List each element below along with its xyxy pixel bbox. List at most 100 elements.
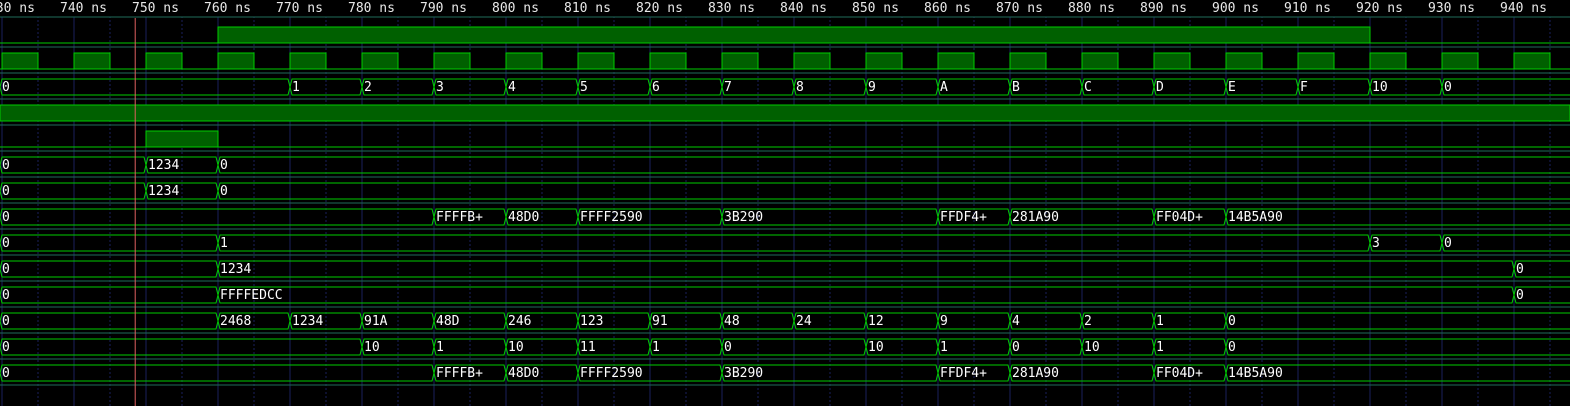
- bus-value-label: 5: [580, 80, 588, 95]
- bus-value-label: C: [1084, 80, 1092, 95]
- bus-value-label: 10: [508, 340, 524, 355]
- bus-value-label: 0: [1444, 80, 1452, 95]
- bus-value-label: 0: [1228, 340, 1236, 355]
- ruler-tick-label: 880 ns: [1068, 1, 1115, 16]
- bus-value-label: 1: [940, 340, 948, 355]
- clock-pulse: [361, 52, 399, 70]
- bus-value-label: 10: [1372, 80, 1388, 95]
- bus-value-label: 1234: [220, 262, 251, 277]
- ruler-tick-label: 730 ns: [0, 1, 35, 16]
- bus-value-label: 1234: [148, 158, 179, 173]
- bus-value-label: 10: [868, 340, 884, 355]
- clock-pulse: [865, 52, 903, 70]
- bus-value-label: 6: [652, 80, 660, 95]
- bus-value-label: FFDF4+: [940, 366, 987, 381]
- ruler-tick-label: 940 ns: [1500, 1, 1547, 16]
- bus-value-label: 0: [724, 340, 732, 355]
- bus-value-label: 7: [724, 80, 732, 95]
- bus-value-label: 1: [652, 340, 660, 355]
- bus-value-label: 0: [220, 184, 228, 199]
- bus-value-label: 91A: [364, 314, 388, 329]
- bus-value-label: 281A90: [1012, 210, 1059, 225]
- clock-pulse: [793, 52, 831, 70]
- ruler-tick-label: 790 ns: [420, 1, 467, 16]
- bus-value-label: 0: [2, 210, 10, 225]
- bus-value-label: 10: [364, 340, 380, 355]
- bus-value-label: FFFFB+: [436, 210, 483, 225]
- bus-value-label: 3B290: [724, 210, 763, 225]
- bus-value-label: 1234: [148, 184, 179, 199]
- bus-value-label: F: [1300, 80, 1308, 95]
- ruler-tick-label: 750 ns: [132, 1, 179, 16]
- high-pulse: [0, 104, 1570, 122]
- clock-pulse: [1009, 52, 1047, 70]
- bus-value-label: 281A90: [1012, 366, 1059, 381]
- ruler-tick-label: 800 ns: [492, 1, 539, 16]
- clock-pulse: [1513, 52, 1551, 70]
- bus-value-label: FF04D+: [1156, 366, 1203, 381]
- clock-pulse: [1441, 52, 1479, 70]
- ruler-tick-label: 840 ns: [780, 1, 827, 16]
- ruler-tick-label: 740 ns: [60, 1, 107, 16]
- bus-value-label: 0: [2, 158, 10, 173]
- bus-value-label: 2: [1084, 314, 1092, 329]
- bus-value-label: 0: [2, 236, 10, 251]
- bus-value-label: 0: [2, 314, 10, 329]
- clock-pulse: [1225, 52, 1263, 70]
- bus-value-label: FFFFEDCC: [220, 288, 283, 303]
- ruler-tick-label: 760 ns: [204, 1, 251, 16]
- bus-value-label: FFFFB+: [436, 366, 483, 381]
- high-pulse: [217, 26, 1371, 44]
- time-ruler[interactable]: 730 ns 740 ns 750 ns 760 ns 770 ns 780 ns 790 …: [0, 0, 1570, 18]
- clock-pulse: [505, 52, 543, 70]
- bus-value-label: A: [940, 80, 948, 95]
- clock-pulse: [217, 52, 255, 70]
- waveform-viewer[interactable]: 730 ns 740 ns 750 ns 760 ns 770 ns 780 ns 790 …: [0, 0, 1570, 406]
- ruler-tick-label: 860 ns: [924, 1, 971, 16]
- bus-value-label: 8: [796, 80, 804, 95]
- bus-value-label: 14B5A90: [1228, 366, 1283, 381]
- bus-value-label: 0: [1228, 314, 1236, 329]
- bus-value-label: 0: [1516, 262, 1524, 277]
- bus-value-label: 9: [868, 80, 876, 95]
- bus-value-label: 0: [2, 184, 10, 199]
- ruler-tick-label: 810 ns: [564, 1, 611, 16]
- signal-row-0[interactable]: [0, 26, 1570, 44]
- ruler-tick-label: 830 ns: [708, 1, 755, 16]
- bus-value-label: 1: [220, 236, 228, 251]
- bus-value-label: 12: [868, 314, 884, 329]
- bus-value-label: 0: [2, 340, 10, 355]
- bus-value-label: 0: [1012, 340, 1020, 355]
- bus-value-label: 0: [2, 366, 10, 381]
- clock-pulse: [1153, 52, 1191, 70]
- ruler-tick-label: 890 ns: [1140, 1, 1187, 16]
- bus-value-label: FFFF2590: [580, 210, 643, 225]
- bus-value-label: 0: [1444, 236, 1452, 251]
- ruler-tick-label: 920 ns: [1356, 1, 1403, 16]
- clock-pulse: [1369, 52, 1407, 70]
- clock-pulse: [1, 52, 39, 70]
- bus-value-label: 9: [940, 314, 948, 329]
- bus-value-label: 4: [508, 80, 516, 95]
- bus-value-label: D: [1156, 80, 1164, 95]
- clock-pulse: [721, 52, 759, 70]
- bus-value-label: E: [1228, 80, 1236, 95]
- bus-value-label: 1234: [292, 314, 323, 329]
- ruler-tick-label: 820 ns: [636, 1, 683, 16]
- bus-value-label: 4: [1012, 314, 1020, 329]
- bus-value-label: 123: [580, 314, 603, 329]
- ruler-tick-label: 910 ns: [1284, 1, 1331, 16]
- bus-value-label: 3: [436, 80, 444, 95]
- high-pulse: [145, 130, 219, 148]
- bus-value-label: 0: [220, 158, 228, 173]
- clock-pulse: [433, 52, 471, 70]
- bus-value-label: 1: [1156, 314, 1164, 329]
- bus-value-label: 48D0: [508, 210, 539, 225]
- ruler-tick-label: 900 ns: [1212, 1, 1259, 16]
- bus-value-label: 3B290: [724, 366, 763, 381]
- bus-value-label: 48: [724, 314, 740, 329]
- bus-value-label: FF04D+: [1156, 210, 1203, 225]
- bus-value-label: 10: [1084, 340, 1100, 355]
- signal-row-3[interactable]: [0, 104, 1570, 122]
- clock-pulse: [1297, 52, 1335, 70]
